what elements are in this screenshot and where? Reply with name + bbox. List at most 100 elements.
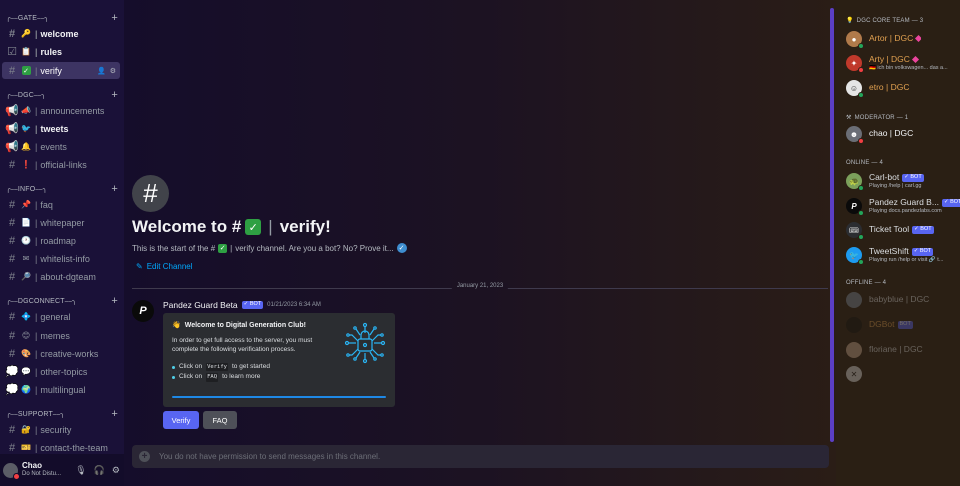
forum-icon: 💭 (5, 366, 19, 378)
channel-creative-works[interactable]: # 🎨 | creative-works (2, 345, 120, 362)
avatar[interactable] (3, 462, 20, 480)
channel-general[interactable]: # 💠 | general (2, 308, 120, 325)
channel-emoji: ❗ (21, 160, 31, 169)
attach-plus-icon[interactable]: + (139, 451, 150, 462)
bot-badge: BOT (897, 321, 913, 329)
username: Chao (22, 461, 42, 471)
channel-label: tweets (40, 123, 69, 134)
channel-emoji: 💬 (21, 367, 31, 376)
channel-rules[interactable]: ☑ 📋 | rules (2, 43, 120, 60)
category-gate[interactable]: ╭⎯⎯GATE⎯⎯╮ + (6, 11, 118, 25)
member-item[interactable]: DGBot BOT (846, 314, 960, 336)
verify-button[interactable]: Verify (163, 411, 199, 429)
category-dgc[interactable]: ╭⎯⎯DGC⎯⎯╮ + (6, 88, 118, 102)
channel-emoji: ✓ (19, 66, 33, 76)
channel-label: roadmap (40, 235, 76, 246)
hash-icon: # (8, 234, 16, 247)
bot-badge: ✓ BOT (241, 301, 264, 309)
channel-official-links[interactable]: # ❗ | official-links (2, 156, 120, 173)
add-channel-icon[interactable]: + (111, 183, 118, 195)
channel-emoji: 📋 (21, 47, 31, 56)
member-item[interactable]: 🐢 Carl-bot ✓ BOT Playing /help | carl.gg (846, 170, 960, 192)
member-item[interactable]: ☺ etro | DGC (846, 77, 960, 99)
message-author[interactable]: Pandez Guard Beta (163, 300, 238, 310)
channel-whitepaper[interactable]: # 📄 | whitepaper (2, 214, 120, 231)
chat-scrollbar[interactable] (830, 8, 834, 442)
channel-emoji: 📣 (21, 106, 31, 115)
category-dgconnect[interactable]: ╭⎯⎯DGCONNECT⎯⎯╮ + (6, 294, 118, 308)
add-channel-icon[interactable]: + (111, 295, 118, 307)
role-header-moderator: ⚒ MODERATOR — 1 (846, 114, 909, 122)
mute-microphone-icon[interactable]: 🎙 (75, 465, 86, 476)
channel-emoji: 😊 (21, 331, 31, 340)
member-item[interactable]: ● Artor | DGC (846, 28, 960, 50)
channel-welcome[interactable]: # 🔑 | welcome (2, 25, 120, 42)
channel-label: verify (40, 65, 62, 76)
rules-channel-icon: ☑ (7, 46, 17, 58)
channel-about-dgteam[interactable]: # 🔎 | about-dgteam (2, 268, 120, 285)
channel-emoji: 🔐 (21, 425, 31, 434)
member-item[interactable]: ✕ (846, 363, 960, 385)
channel-roadmap[interactable]: # 🕐 | roadmap (2, 232, 120, 249)
boost-gem-icon (915, 35, 922, 43)
member-item[interactable]: babyblue | DGC (846, 289, 960, 311)
channel-whitelist-info[interactable]: # ✉ | whitelist-info (2, 250, 120, 267)
hash-icon: # (8, 423, 16, 436)
bot-badge: ✓ BOT (902, 174, 924, 182)
channel-label: multilingual (40, 384, 86, 395)
check-emoji-icon: ✓ (218, 243, 228, 253)
channel-events[interactable]: 📢 🔔 | events (2, 138, 120, 155)
member-item[interactable]: 🎟 Ticket Tool ✓ BOT (846, 219, 960, 241)
category-support[interactable]: ╭⎯⎯SUPPORT⎯⎯╮ + (6, 407, 118, 421)
channel-announcements[interactable]: 📢 📣 | announcements (2, 102, 120, 119)
channel-label: rules (40, 46, 63, 57)
circuit-lock-icon (344, 322, 386, 364)
channel-label: events (40, 141, 67, 152)
role-header-offline: OFFLINE — 4 (846, 280, 887, 286)
hash-icon: # (8, 158, 16, 171)
headphones-icon[interactable]: 🎧 (94, 465, 105, 476)
check-emoji-icon: ✓ (245, 219, 262, 235)
member-item[interactable]: 🐦 TweetShift ✓ BOT Playing run /help or v… (846, 244, 960, 266)
member-item[interactable]: floriane | DGC (846, 339, 960, 361)
channel-verify[interactable]: # ✓ | verify 👤 ⚙ (2, 62, 120, 79)
channel-tweets[interactable]: 📢 🐦 | tweets (2, 120, 120, 137)
channel-label: general (40, 311, 71, 322)
avatar: 🐢 (846, 173, 864, 191)
channel-emoji: 🎫 (21, 443, 31, 452)
member-item[interactable]: P Pandez Guard B... ✓ BOT Playing docs.pa… (846, 195, 960, 217)
faq-button[interactable]: FAQ (203, 411, 237, 429)
edit-channel-link[interactable]: ✎ Edit Channel (136, 262, 193, 271)
channel-label: other-topics (40, 366, 88, 377)
channel-other-topics[interactable]: 💭 💬 | other-topics (2, 363, 120, 380)
channel-multilingual[interactable]: 💭 🌍 | multilingual (2, 381, 120, 398)
channel-memes[interactable]: # 😊 | memes (2, 327, 120, 344)
member-item[interactable]: ☻ chao | DGC (846, 123, 960, 145)
avatar[interactable]: P (132, 300, 154, 322)
category-info[interactable]: ╭⎯⎯INFO⎯⎯╮ + (6, 182, 118, 196)
avatar: 🎟 (846, 222, 864, 240)
add-channel-icon[interactable]: + (111, 12, 118, 24)
invite-icon[interactable]: 👤 (97, 67, 106, 75)
user-settings-gear-icon[interactable]: ⚙ (112, 465, 120, 476)
member-item[interactable]: ✦ Arty | DGC 🇩🇪 ich bin volkswagen... da… (846, 52, 960, 74)
member-list: 💡 DGC CORE TEAM — 3 ● Artor | DGC ✦ Arty… (836, 0, 960, 486)
role-header-core-team: 💡 DGC CORE TEAM — 3 (846, 17, 924, 25)
message-composer[interactable]: + You do not have permission to send mes… (132, 445, 829, 468)
channel-security[interactable]: # 🔐 | security (2, 421, 120, 438)
channel-faq[interactable]: # 📌 | faq (2, 196, 120, 213)
megaphone-icon: 📢 (5, 141, 19, 153)
hash-icon: # (8, 347, 16, 360)
avatar: ● (846, 31, 864, 49)
dnd-status-icon (13, 472, 20, 480)
category-label: ╭⎯⎯SUPPORT⎯⎯╮ (6, 410, 65, 418)
chat-area: # Welcome to # ✓ | verify! This is the s… (124, 0, 836, 486)
avatar: ☻ (846, 126, 864, 144)
bot-badge: ✓ BOT (911, 248, 934, 256)
channel-label: announcements (40, 105, 105, 116)
settings-gear-icon[interactable]: ⚙ (110, 67, 116, 75)
add-channel-icon[interactable]: + (111, 408, 118, 420)
channel-label: whitepaper (40, 217, 85, 228)
forum-icon: 💭 (5, 384, 19, 396)
add-channel-icon[interactable]: + (111, 89, 118, 101)
